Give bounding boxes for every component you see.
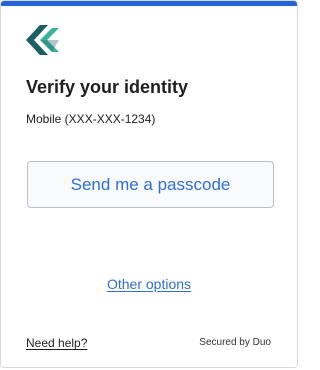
- send-passcode-button[interactable]: Send me a passcode: [27, 161, 274, 208]
- page-title: Verify your identity: [26, 77, 189, 97]
- need-help-link[interactable]: Need help?: [26, 336, 87, 350]
- duo-chevron-logo-icon: [26, 25, 66, 55]
- other-options-container: Other options: [1, 276, 297, 292]
- accent-bar: [1, 1, 297, 6]
- auth-card: Verify your identity Mobile (XXX-XXX-123…: [0, 0, 298, 368]
- other-options-link[interactable]: Other options: [107, 276, 191, 292]
- device-label: Mobile (XXX-XXX-1234): [26, 112, 156, 126]
- secured-by-label: Secured by Duo: [199, 337, 271, 348]
